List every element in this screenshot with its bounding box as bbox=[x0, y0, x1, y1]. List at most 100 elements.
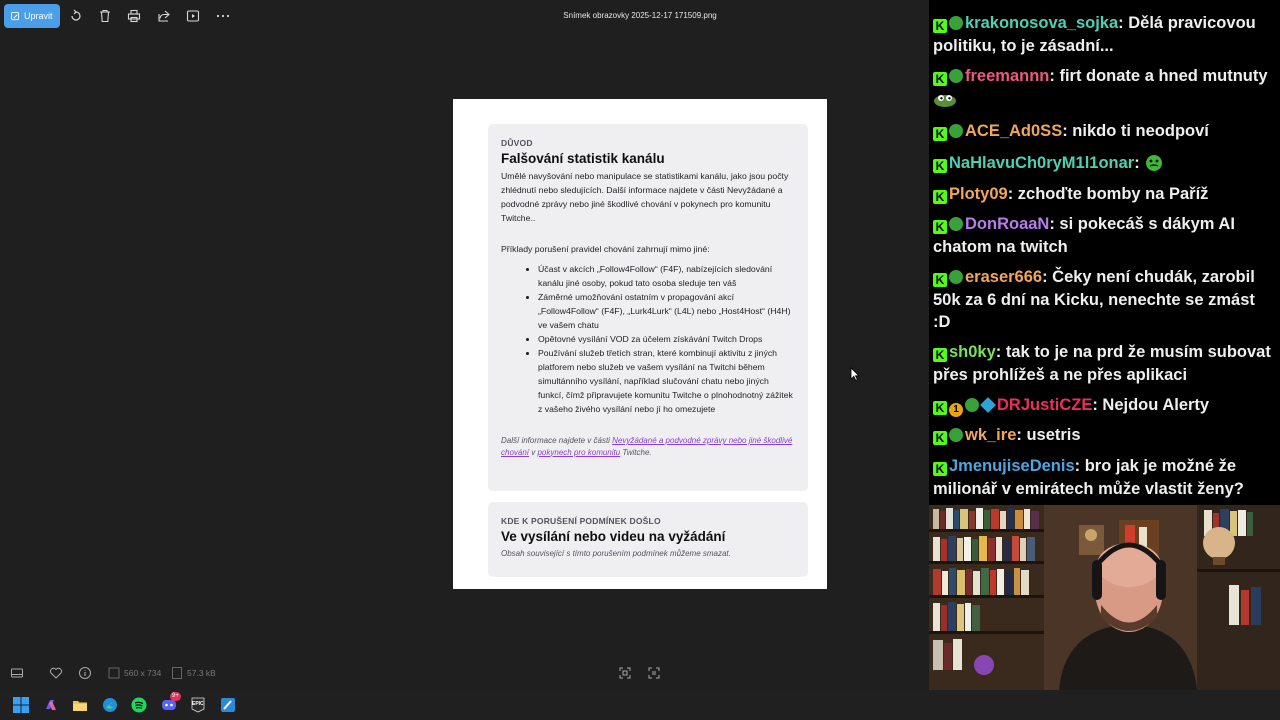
pepe-emote-icon bbox=[934, 94, 956, 107]
file-title: Snímek obrazovky 2025-12-17 171509.png bbox=[563, 11, 717, 20]
mouse-cursor-icon bbox=[850, 367, 860, 381]
slideshow-icon[interactable] bbox=[185, 8, 201, 24]
community-guidelines-link[interactable]: pokynech pro komunitu bbox=[537, 448, 620, 457]
chat-message: K NaHlavuCh0ryM1l1onar: bbox=[933, 152, 1273, 175]
webcam-scene bbox=[929, 505, 1280, 690]
chat-username[interactable]: freemannn bbox=[965, 67, 1049, 85]
chat-username[interactable]: NaHlavuCh0ryM1l1onar bbox=[949, 154, 1134, 172]
kick-badge-icon: K bbox=[933, 273, 947, 287]
sub-badge-icon bbox=[949, 217, 963, 231]
chat-text: zchoďte bomby na Paříž bbox=[1013, 185, 1209, 203]
rotate-icon[interactable] bbox=[68, 8, 84, 24]
print-icon[interactable] bbox=[126, 8, 142, 24]
chat-message: Keraser666: Čeky není chudák, zarobil 50… bbox=[933, 268, 1255, 331]
kick-badge-icon: K bbox=[933, 431, 947, 445]
edit-label: Upravit bbox=[24, 11, 53, 21]
examples-intro: Příklady porušení pravidel chování zahrn… bbox=[501, 244, 710, 254]
filmstrip-icon[interactable] bbox=[10, 666, 24, 680]
chat-message: K 1 DRJustiCZE: Nejdou Alerty bbox=[933, 394, 1273, 417]
more-info-note: Další informace najdete v části Nevyžáda… bbox=[501, 435, 795, 458]
chat-username[interactable]: eraser666 bbox=[965, 268, 1042, 286]
note-prefix: Další informace najdete v části bbox=[501, 436, 613, 445]
gem-badge-icon bbox=[980, 397, 996, 413]
share-icon[interactable] bbox=[156, 8, 172, 24]
chat-text: Nejdou Alerty bbox=[1097, 396, 1210, 414]
sub-badge-icon bbox=[949, 270, 963, 284]
copilot-icon[interactable] bbox=[43, 697, 59, 713]
chat-message: K JmenujiseDenis: bro jak je možné že mil… bbox=[933, 457, 1244, 498]
sub-badge-icon bbox=[965, 398, 979, 412]
location-kicker: KDE K PORUŠENÍ PODMÍNEK DOŠLO bbox=[501, 516, 661, 526]
edit-icon bbox=[11, 11, 20, 21]
stream-chat: Kkrakonosova_sojka: Dělá pravicovou poli… bbox=[929, 0, 1280, 505]
chat-message: Kkrakonosova_sojka: Dělá pravicovou poli… bbox=[933, 14, 1256, 55]
more-icon[interactable] bbox=[215, 8, 231, 24]
kick-badge-icon: K bbox=[933, 19, 947, 33]
fit-icon[interactable] bbox=[618, 666, 632, 680]
discord-icon[interactable]: 9+ bbox=[161, 692, 181, 713]
chat-username[interactable]: sh0ky bbox=[949, 343, 996, 361]
spotify-icon[interactable] bbox=[131, 697, 147, 713]
discord-badge: 9+ bbox=[170, 692, 181, 701]
chat-message: Kfreemannn: firt donate a hned mutnuty bbox=[933, 65, 1273, 110]
reason-card: DŮVOD Falšování statistik kanálu Umělé n… bbox=[488, 124, 808, 491]
chat-username[interactable]: Ploty09 bbox=[949, 185, 1008, 203]
list-item: Opětovné vysílání VOD za účelem získáván… bbox=[538, 332, 795, 346]
chat-message: K Ploty09: zchoďte bomby na Paříž bbox=[933, 183, 1273, 206]
epic-games-icon[interactable]: EPIC bbox=[190, 697, 206, 713]
list-item: Účast v akcích „Follow4Follow“ (F4F), na… bbox=[538, 262, 795, 290]
kick-badge-icon: K bbox=[933, 72, 947, 86]
gift-count-badge-icon: 1 bbox=[949, 403, 963, 417]
kick-badge-icon: K bbox=[933, 462, 947, 476]
sub-badge-icon bbox=[949, 124, 963, 138]
webcam-feed bbox=[929, 505, 1280, 690]
actual-size-icon[interactable] bbox=[647, 666, 661, 680]
edit-button[interactable]: Upravit bbox=[4, 4, 60, 28]
viewer-status-bar: 560 x 734 57.3 kB bbox=[0, 656, 929, 690]
windows-taskbar: 9+ EPIC bbox=[0, 690, 1280, 720]
location-subtext: Obsah související s tímto porušením podm… bbox=[501, 549, 731, 558]
info-icon[interactable] bbox=[78, 666, 92, 680]
edge-icon[interactable] bbox=[102, 697, 118, 713]
chat-text: nikdo ti neodpoví bbox=[1067, 122, 1209, 140]
chat-username[interactable]: JmenujiseDenis bbox=[949, 457, 1075, 475]
reason-paragraph: Umělé navyšování nebo manipulace se stat… bbox=[501, 171, 789, 223]
file-size-icon bbox=[170, 666, 182, 680]
paint-icon[interactable] bbox=[220, 697, 236, 713]
file-explorer-icon[interactable] bbox=[72, 697, 88, 713]
epic-label: EPIC bbox=[192, 701, 204, 707]
chat-username[interactable]: krakonosova_sojka bbox=[965, 14, 1118, 32]
favorite-icon[interactable] bbox=[49, 666, 63, 680]
list-item: Záměrné umožňování ostatním v propagován… bbox=[538, 290, 795, 332]
sub-badge-icon bbox=[949, 16, 963, 30]
kick-badge-icon: K bbox=[933, 190, 947, 204]
list-item: Používání služeb třetích stran, které ko… bbox=[538, 346, 795, 416]
chat-text: usetris bbox=[1021, 426, 1081, 444]
screenshot-image: DŮVOD Falšování statistik kanálu Umělé n… bbox=[453, 99, 827, 589]
chat-message: K DonRoaaN: si pokecáš s dákym AI chatom … bbox=[933, 215, 1235, 256]
delete-icon[interactable] bbox=[97, 8, 113, 24]
reason-heading: Falšování statistik kanálu bbox=[501, 151, 665, 166]
kick-badge-icon: K bbox=[933, 401, 947, 415]
chat-username[interactable]: DonRoaaN bbox=[965, 215, 1049, 233]
image-size-icon bbox=[107, 666, 120, 680]
chat-text: firt donate a hned mutnuty bbox=[1054, 67, 1268, 85]
chat-username[interactable]: DRJustiCZE bbox=[997, 396, 1092, 414]
kick-badge-icon: K bbox=[933, 220, 947, 234]
photo-viewer: Upravit Snímek obrazovky 2025-12-17 1715… bbox=[0, 0, 929, 690]
kick-badge-icon: K bbox=[933, 159, 947, 173]
location-heading: Ve vysílání nebo videu na vyžádání bbox=[501, 529, 726, 544]
windows-start-icon[interactable] bbox=[13, 697, 29, 713]
chat-username[interactable]: wk_ire bbox=[965, 426, 1016, 444]
sub-badge-icon bbox=[949, 428, 963, 442]
note-suffix: Twitche. bbox=[620, 447, 652, 457]
chat-username[interactable]: ACE_Ad0SS bbox=[965, 122, 1062, 140]
reason-kicker: DŮVOD bbox=[501, 138, 533, 148]
chat-message: Kwk_ire: usetris bbox=[933, 424, 1273, 447]
rules-list: Účast v akcích „Follow4Follow“ (F4F), na… bbox=[501, 262, 795, 416]
green-face-emote-icon bbox=[1146, 155, 1163, 171]
kick-badge-icon: K bbox=[933, 127, 947, 141]
image-dimensions: 560 x 734 bbox=[124, 668, 162, 678]
location-card: KDE K PORUŠENÍ PODMÍNEK DOŠLO Ve vysílán… bbox=[488, 502, 808, 577]
sub-badge-icon bbox=[949, 69, 963, 83]
